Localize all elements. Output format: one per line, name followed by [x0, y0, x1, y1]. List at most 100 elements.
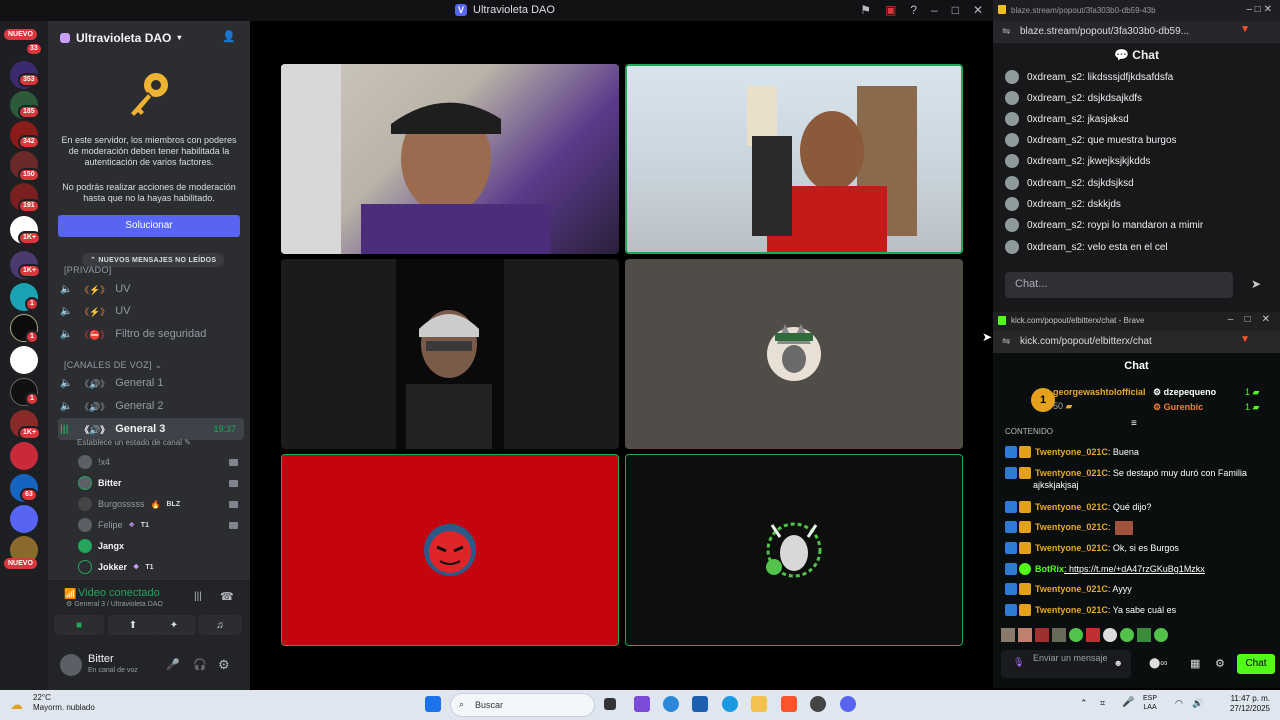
taskbar-search[interactable]: ⌕ Buscar [450, 693, 595, 717]
video-tile-avatar[interactable] [281, 454, 619, 646]
video-tile-avatar[interactable] [625, 454, 963, 646]
tray-chevron-icon[interactable]: ⌃ [1080, 698, 1088, 709]
gift-sub-icon[interactable]: ⬤∞ [1149, 658, 1167, 669]
app-icon[interactable] [634, 696, 650, 712]
window-controls-icon[interactable]: – □ ✕ [1228, 314, 1270, 325]
avatar[interactable] [60, 654, 82, 676]
leader-name[interactable]: georgewashtolofficial [1053, 387, 1146, 397]
message-input[interactable]: 🎙 Enviar un mensaje ☻ [1001, 650, 1131, 678]
chat-username[interactable]: Twentyone_021C [1035, 605, 1108, 615]
channel-uv-2[interactable]: 🔈 《⚡》 UV [58, 301, 244, 321]
brave-icon[interactable] [781, 696, 797, 712]
emote-icon[interactable] [1018, 628, 1032, 642]
screen-share-button[interactable]: ⬆ [108, 615, 158, 635]
channel-general-1[interactable]: 🔈 《🔊》 General 1 [58, 373, 244, 393]
emote-icon[interactable] [1137, 628, 1151, 642]
settings-gear-icon[interactable]: ⚙ [218, 657, 230, 673]
channel-uv-1[interactable]: 🔈 《⚡》 UV [58, 279, 244, 299]
inbox-icon[interactable]: ⚑ [860, 3, 871, 17]
noise-suppression-icon[interactable]: ||| [194, 591, 202, 602]
address-bar[interactable]: ⇋ blaze.stream/popout/3fa303b0-db59... ▼ [993, 21, 1280, 43]
server-icon[interactable] [10, 505, 38, 533]
channel-general-3[interactable]: ||| 《🔊》 General 3 19:37 [58, 418, 244, 440]
settings-gear-icon[interactable]: ⚙ [1215, 657, 1225, 670]
solve-button[interactable]: Solucionar [58, 215, 240, 237]
minimize-icon[interactable]: – [931, 3, 938, 17]
emote-icon[interactable] [1154, 628, 1168, 642]
task-view-icon[interactable] [604, 698, 616, 710]
video-tile[interactable] [281, 259, 619, 449]
store-icon[interactable] [692, 696, 708, 712]
chat-username[interactable]: Twentyone_021C [1035, 447, 1108, 457]
voice-status[interactable]: Video conectado [78, 587, 160, 599]
brave-shield-icon[interactable]: ▼ [1240, 24, 1250, 35]
emote-icon[interactable] [1052, 628, 1066, 642]
voice-user[interactable]: Jangx [78, 537, 240, 555]
address-bar[interactable]: ⇋ kick.com/popout/elbitterx/chat ▼ [993, 331, 1280, 353]
file-explorer-icon[interactable] [751, 696, 767, 712]
app-icon[interactable] [810, 696, 826, 712]
network-icon[interactable]: ⌗ [1100, 698, 1105, 709]
windows-start-icon[interactable] [425, 696, 441, 712]
add-member-icon[interactable]: 👤 [222, 30, 236, 43]
emote-icon[interactable] [1035, 628, 1049, 642]
volume-icon[interactable]: 🔊 [1192, 698, 1203, 709]
chat-username[interactable]: Twentyone_021C [1035, 522, 1108, 532]
discord-icon[interactable] [840, 696, 856, 712]
voice-user[interactable]: !x4 [78, 453, 240, 471]
message-link[interactable]: : https://t.me/+dA47rzGKuBg1Mzkx [1064, 564, 1205, 574]
window-controls-icon[interactable]: – □ ✕ [1246, 4, 1272, 15]
microphone-icon[interactable]: 🎤 [166, 658, 180, 671]
close-icon[interactable]: ✕ [973, 3, 983, 17]
collapse-icon[interactable]: ≡ [1131, 418, 1137, 429]
copilot-icon[interactable] [663, 696, 679, 712]
leader-2[interactable]: ⚙ dzepequeno [1153, 387, 1216, 398]
voice-user[interactable]: Felipe ❖ T1 [78, 516, 240, 534]
emote-icon[interactable] [1001, 628, 1015, 642]
voice-user[interactable]: Burgosssss 🔥 BLZ [78, 495, 240, 513]
chat-username[interactable]: Twentyone_021C [1035, 543, 1108, 553]
voice-user[interactable]: Bitter [78, 474, 240, 492]
video-tile-avatar[interactable] [625, 259, 963, 449]
emoji-icon[interactable]: ☻ [1114, 658, 1123, 668]
soundboard-button[interactable]: ♫ [198, 615, 242, 635]
wifi-icon[interactable]: ◠ [1175, 698, 1183, 709]
camera-button[interactable]: ■ [54, 615, 104, 635]
category-voice[interactable]: [CANALES DE VOZ] ⌄ [64, 360, 162, 371]
emote-icon[interactable] [1086, 628, 1100, 642]
store-icon[interactable]: ▦ [1190, 657, 1200, 670]
channel-security-filter[interactable]: 🔈 《⛔》 Filtro de seguridad [58, 324, 244, 344]
chat-username[interactable]: Twentyone_021C [1035, 468, 1108, 478]
emote-icon[interactable] [1069, 628, 1083, 642]
brave-shield-icon[interactable]: ▼ [1240, 334, 1250, 345]
screen-icon[interactable]: ▣ [885, 3, 896, 17]
video-tile[interactable] [281, 64, 619, 254]
emote-icon[interactable] [1103, 628, 1117, 642]
server-header[interactable]: Ultravioleta DAO ▾ 👤 [48, 21, 250, 54]
send-chat-button[interactable]: Chat [1237, 654, 1275, 674]
chat-username[interactable]: BotRix [1035, 564, 1064, 574]
server-icon[interactable] [10, 442, 38, 470]
video-tile-speaking[interactable] [625, 64, 963, 254]
chat-input[interactable]: Chat... [1005, 272, 1233, 298]
edge-icon[interactable] [722, 696, 738, 712]
language-indicator[interactable]: ESP LAA [1143, 694, 1157, 712]
voice-user[interactable]: Jokker ❖ T1 [78, 558, 240, 576]
category-private[interactable]: [PRIVADO] [64, 265, 112, 275]
leader-3[interactable]: ⚙ Gurenbic [1153, 402, 1203, 413]
server-icon[interactable] [10, 346, 38, 374]
channel-general-2[interactable]: 🔈 《🔊》 General 2 [58, 396, 244, 416]
help-icon[interactable]: ? [910, 3, 917, 17]
send-icon[interactable]: ➤ [1251, 277, 1261, 291]
activities-button[interactable]: ✦ [152, 615, 196, 635]
microphone-icon[interactable]: 🎤 [1122, 697, 1134, 708]
chat-username[interactable]: Twentyone_021C [1035, 584, 1108, 594]
emote-icon[interactable] [1120, 628, 1134, 642]
weather-widget[interactable]: 22°C Mayorm. nublado [33, 693, 95, 713]
system-clock[interactable]: 11:47 p. m. 27/12/2025 [1210, 694, 1270, 714]
disconnect-icon[interactable]: ☎ [220, 590, 234, 603]
chat-username[interactable]: Twentyone_021C [1035, 502, 1108, 512]
maximize-icon[interactable]: □ [952, 3, 959, 17]
headphones-icon[interactable]: 🎧 [193, 658, 207, 671]
set-status-link[interactable]: Establece un estado de canal ✎ [77, 438, 191, 447]
